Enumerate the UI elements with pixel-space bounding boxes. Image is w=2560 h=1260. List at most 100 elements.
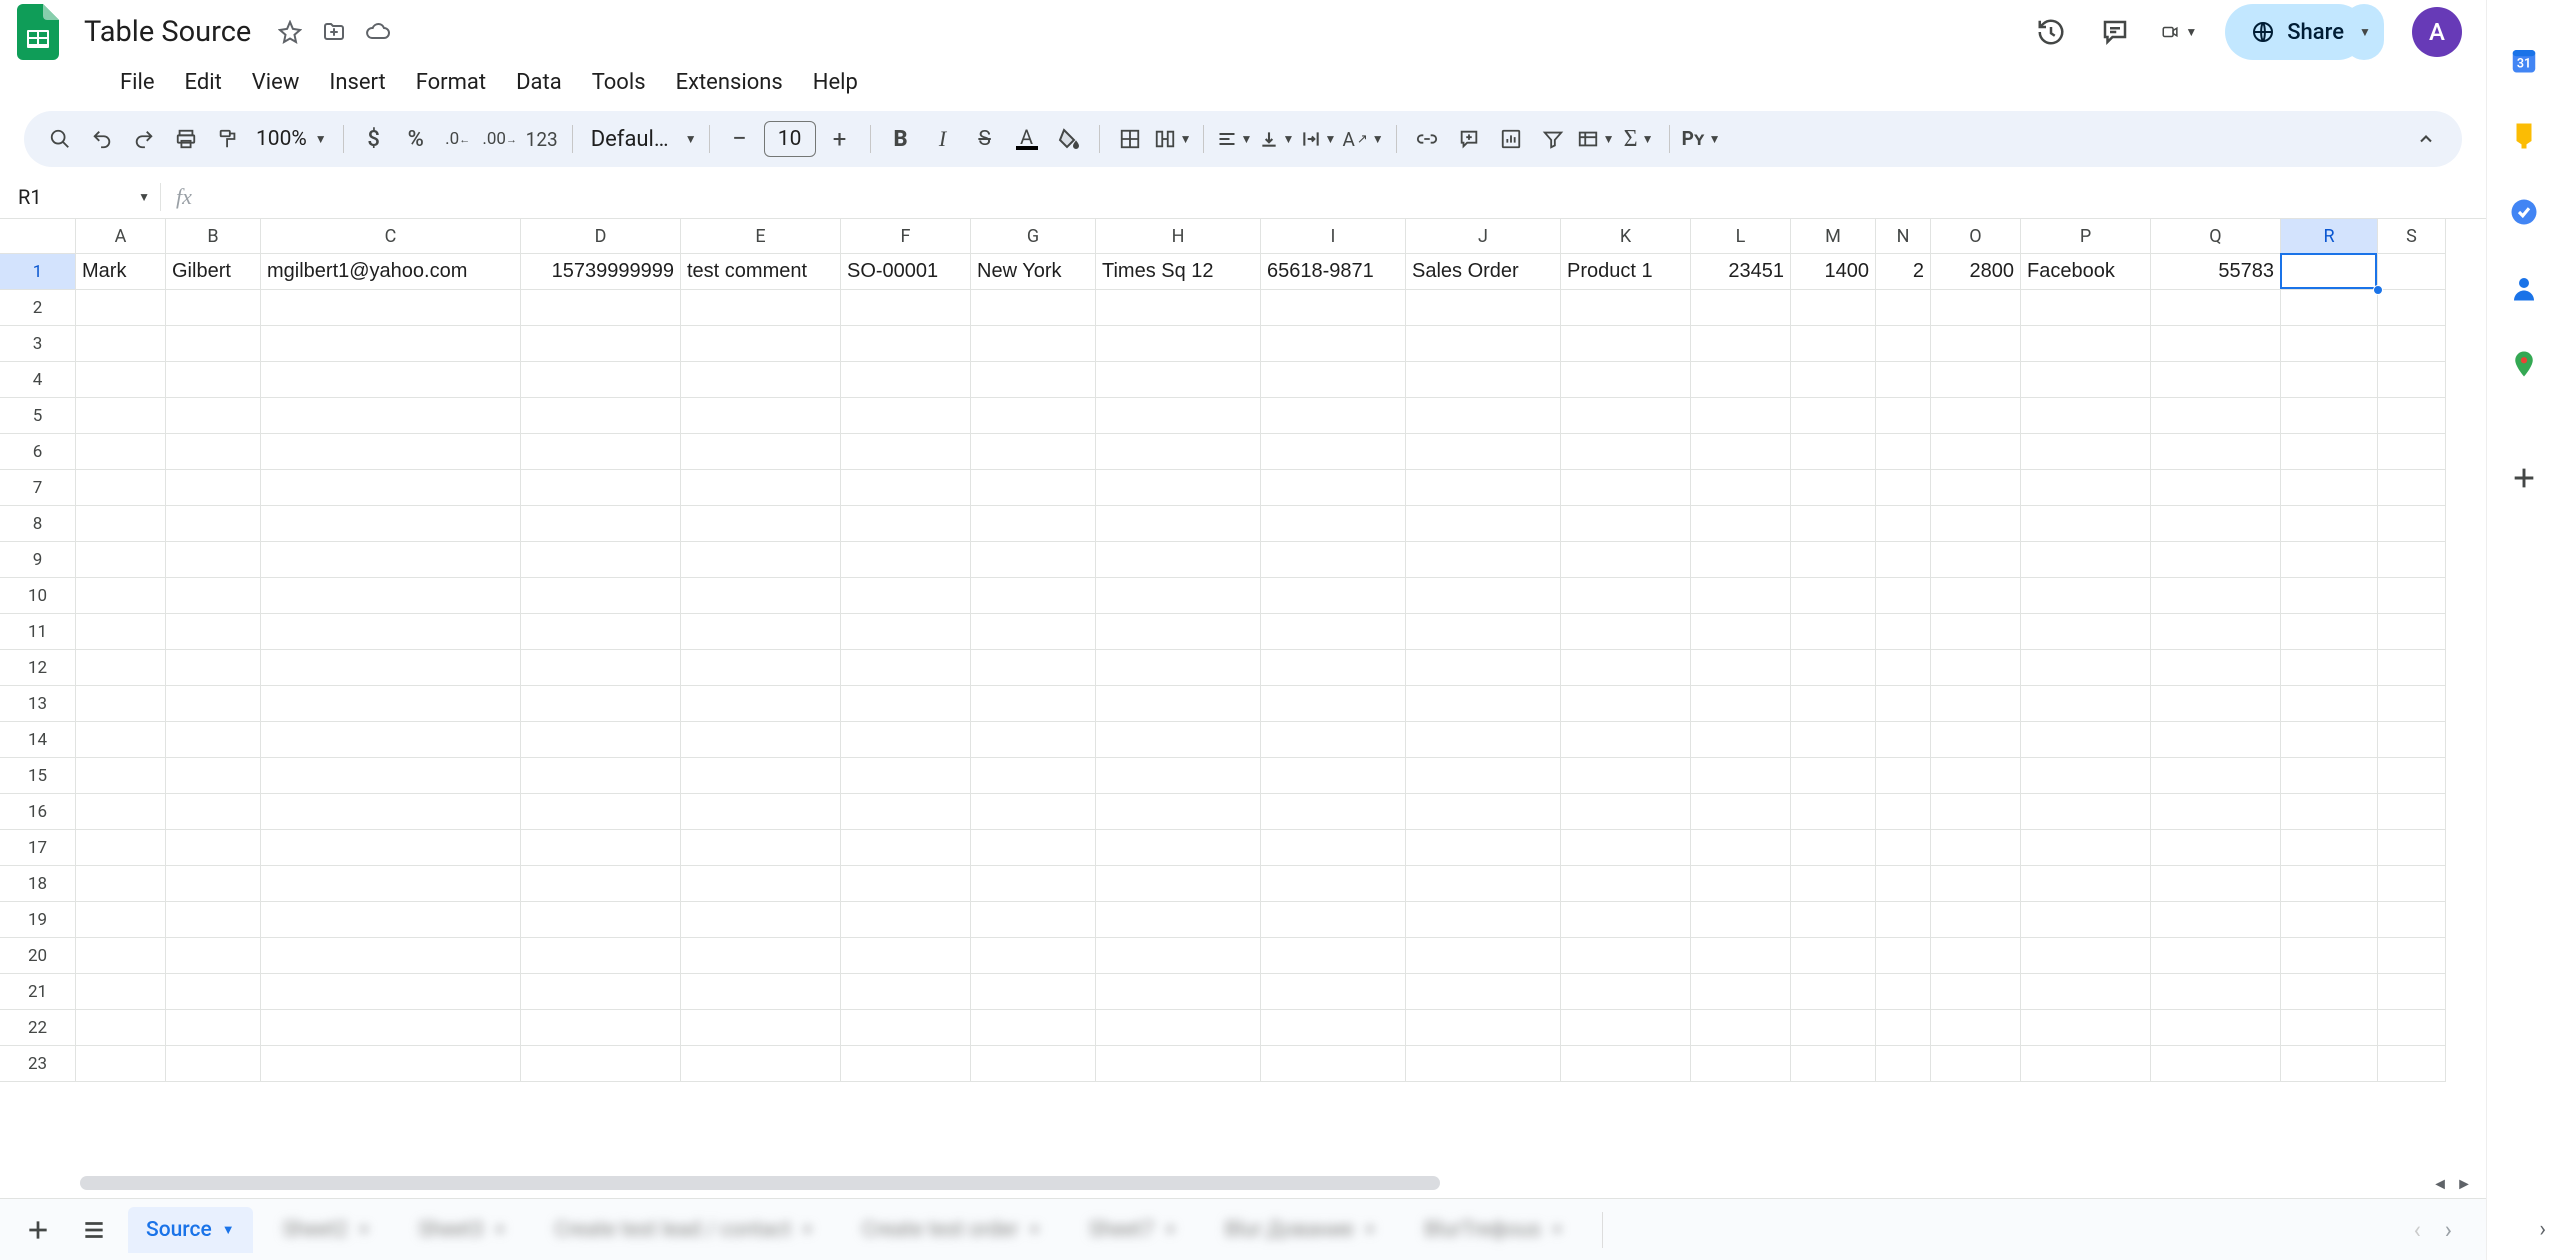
cell[interactable] — [1876, 866, 1931, 902]
column-header[interactable]: J — [1406, 219, 1561, 254]
percent-icon[interactable]: % — [398, 119, 434, 159]
cell[interactable] — [2378, 542, 2446, 578]
cell[interactable] — [166, 434, 261, 470]
cell[interactable] — [1261, 578, 1406, 614]
cell[interactable] — [2021, 506, 2151, 542]
cell[interactable] — [841, 434, 971, 470]
cell[interactable] — [261, 290, 521, 326]
cell[interactable] — [1561, 1046, 1691, 1082]
cell[interactable] — [1791, 434, 1876, 470]
cell[interactable] — [2378, 794, 2446, 830]
cell[interactable] — [1561, 1010, 1691, 1046]
row-header[interactable]: 8 — [0, 506, 76, 542]
cell[interactable] — [76, 434, 166, 470]
cell[interactable] — [2151, 398, 2281, 434]
cell[interactable] — [1261, 434, 1406, 470]
cell[interactable] — [521, 434, 681, 470]
cell[interactable] — [1791, 974, 1876, 1010]
sheet-tab[interactable]: Sheet2▼ — [265, 1207, 389, 1253]
cell[interactable] — [1096, 722, 1261, 758]
cell[interactable]: test comment — [681, 254, 841, 290]
cell[interactable] — [1691, 362, 1791, 398]
cell[interactable] — [1261, 542, 1406, 578]
cell[interactable] — [166, 974, 261, 1010]
cell[interactable] — [2151, 758, 2281, 794]
cell[interactable] — [841, 686, 971, 722]
column-header[interactable]: S — [2378, 219, 2446, 254]
cell[interactable] — [1561, 794, 1691, 830]
vertical-align-icon[interactable]: ▼ — [1258, 119, 1294, 159]
cell[interactable] — [2021, 650, 2151, 686]
cell[interactable] — [1406, 434, 1561, 470]
cell[interactable] — [2281, 254, 2378, 290]
cell[interactable] — [681, 758, 841, 794]
cell[interactable] — [1096, 542, 1261, 578]
cell[interactable]: Facebook — [2021, 254, 2151, 290]
filter-icon[interactable] — [1535, 119, 1571, 159]
menu-data[interactable]: Data — [502, 64, 576, 101]
scroll-left-icon[interactable]: ◄ — [2430, 1174, 2450, 1194]
cell[interactable] — [1406, 398, 1561, 434]
row-header[interactable]: 10 — [0, 578, 76, 614]
meet-icon[interactable]: ▼ — [2161, 14, 2197, 50]
cell[interactable] — [1096, 866, 1261, 902]
cell[interactable] — [2378, 398, 2446, 434]
cell[interactable] — [261, 542, 521, 578]
cell[interactable] — [1561, 290, 1691, 326]
menu-view[interactable]: View — [238, 64, 314, 101]
cell[interactable] — [2281, 1010, 2378, 1046]
cell[interactable] — [841, 326, 971, 362]
cell[interactable] — [1561, 866, 1691, 902]
cell[interactable] — [681, 614, 841, 650]
cell[interactable] — [166, 326, 261, 362]
cell[interactable] — [681, 290, 841, 326]
cell[interactable] — [1931, 650, 2021, 686]
cell[interactable] — [1691, 434, 1791, 470]
cell[interactable] — [1876, 614, 1931, 650]
cell[interactable] — [1876, 326, 1931, 362]
cell[interactable]: 65618-9871 — [1261, 254, 1406, 290]
cell[interactable] — [166, 398, 261, 434]
cell[interactable] — [2151, 866, 2281, 902]
cell[interactable] — [76, 398, 166, 434]
cell[interactable] — [76, 614, 166, 650]
cell[interactable] — [2021, 938, 2151, 974]
cell[interactable] — [681, 542, 841, 578]
cell[interactable] — [1931, 938, 2021, 974]
insert-comment-icon[interactable] — [1451, 119, 1487, 159]
cell[interactable]: 2800 — [1931, 254, 2021, 290]
cell[interactable] — [841, 974, 971, 1010]
cell[interactable] — [76, 470, 166, 506]
row-header[interactable]: 3 — [0, 326, 76, 362]
cell[interactable] — [1791, 938, 1876, 974]
cell[interactable] — [841, 470, 971, 506]
cell[interactable] — [1691, 866, 1791, 902]
cell[interactable] — [1561, 902, 1691, 938]
cell[interactable] — [1691, 974, 1791, 1010]
cell[interactable] — [521, 938, 681, 974]
cell[interactable] — [1791, 866, 1876, 902]
cell[interactable] — [1406, 686, 1561, 722]
cell[interactable] — [681, 398, 841, 434]
cell[interactable] — [2021, 830, 2151, 866]
cell[interactable] — [2021, 470, 2151, 506]
menu-edit[interactable]: Edit — [171, 64, 236, 101]
cell[interactable] — [1931, 866, 2021, 902]
account-avatar[interactable]: A — [2412, 7, 2462, 57]
cell[interactable] — [1876, 470, 1931, 506]
cell[interactable] — [2281, 290, 2378, 326]
sheet-tab[interactable]: BlurTreфous▼ — [1406, 1207, 1581, 1253]
cell[interactable] — [1876, 758, 1931, 794]
cell[interactable] — [1931, 830, 2021, 866]
cell[interactable] — [2281, 470, 2378, 506]
text-wrap-icon[interactable]: ▼ — [1300, 119, 1336, 159]
column-header[interactable]: H — [1096, 219, 1261, 254]
sheet-tab[interactable]: Create test lead / contact▼ — [536, 1207, 831, 1253]
cell[interactable] — [521, 686, 681, 722]
sheet-nav-right-icon[interactable]: › — [2445, 1216, 2452, 1244]
horizontal-scroll-thumb[interactable] — [80, 1176, 1440, 1190]
cell[interactable] — [1561, 722, 1691, 758]
name-box[interactable]: R1 ▼ — [0, 175, 160, 218]
cell[interactable] — [2378, 470, 2446, 506]
cell[interactable] — [2021, 362, 2151, 398]
